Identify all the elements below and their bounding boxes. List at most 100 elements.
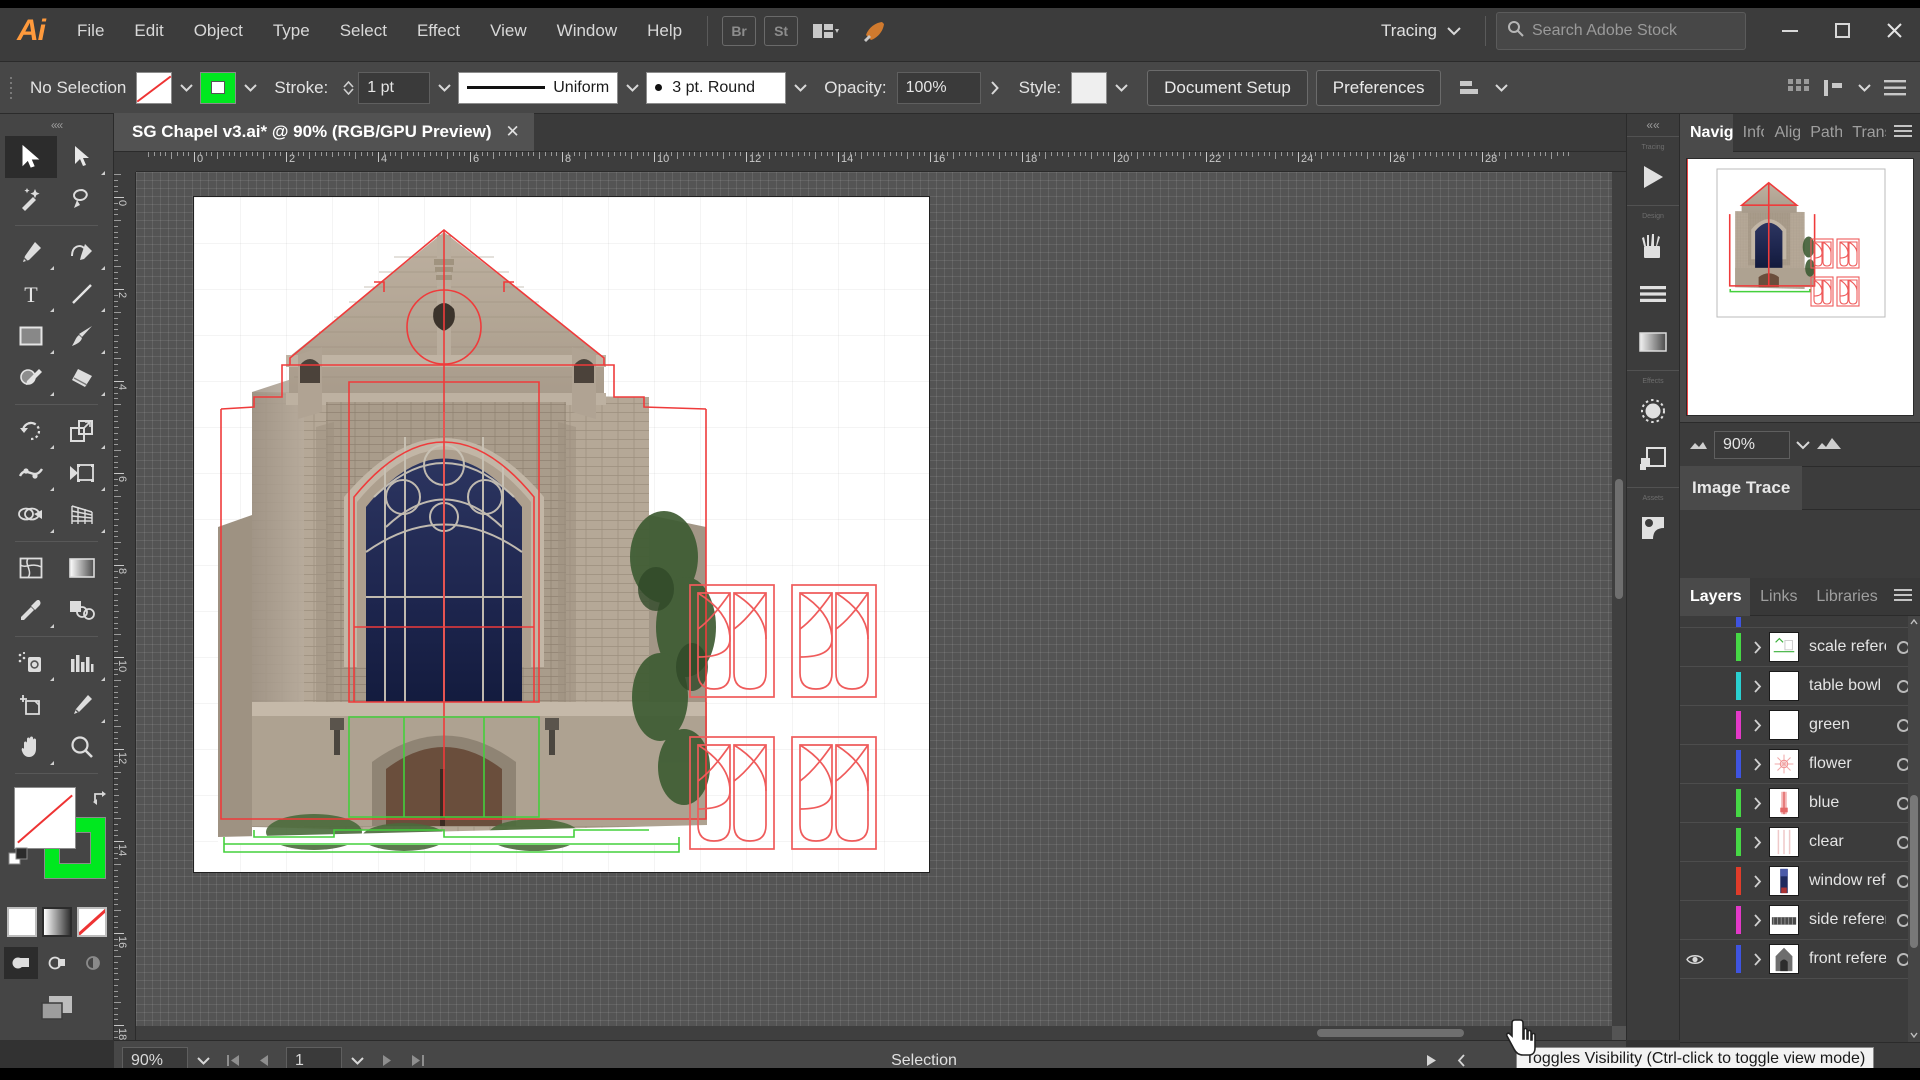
stroke-lines-icon[interactable]	[1627, 270, 1679, 318]
layer-row[interactable]: side reference	[1680, 901, 1920, 940]
stroke-weight-chevron-icon[interactable]	[430, 72, 458, 104]
expand-layer-icon[interactable]	[1745, 913, 1769, 927]
image-trace-panel-header[interactable]: Image Trace	[1680, 466, 1920, 510]
layers-list[interactable]: scale referen... table bowl green flower blu…	[1680, 616, 1920, 1042]
artboard-tool[interactable]	[5, 684, 57, 726]
expand-layer-icon[interactable]	[1745, 952, 1769, 966]
magic-wand-tool[interactable]	[5, 178, 57, 220]
draw-behind-icon[interactable]	[40, 947, 74, 979]
vertical-ruler[interactable]: 02468101214161820	[114, 172, 136, 1040]
stroke-profile-select[interactable]: Uniform	[458, 71, 619, 104]
document-tab[interactable]: SG Chapel v3.ai* @ 90% (RGB/GPU Preview)…	[114, 113, 534, 151]
change-screen-mode-button[interactable]	[0, 995, 113, 1021]
stroke-weight-stepper[interactable]	[338, 72, 358, 104]
artboard[interactable]	[194, 197, 929, 872]
lasso-tool[interactable]	[57, 178, 109, 220]
paintbrush-tool[interactable]	[57, 315, 109, 357]
menu-edit[interactable]: Edit	[119, 0, 178, 62]
scale-tool[interactable]	[57, 410, 109, 452]
none-swatch-button[interactable]	[76, 907, 107, 937]
scroll-up-icon[interactable]	[1910, 617, 1918, 628]
layer-name[interactable]: side reference	[1809, 911, 1886, 929]
zoom-tool[interactable]	[57, 726, 109, 768]
navigator-zoom-chevron-icon[interactable]	[1796, 435, 1810, 455]
layer-row[interactable]: window refer...	[1680, 862, 1920, 901]
menu-type[interactable]: Type	[258, 0, 325, 62]
gradient-tool[interactable]	[57, 547, 109, 589]
brushes-icon[interactable]	[1627, 222, 1679, 270]
navigator-zoom-field[interactable]: 90%	[1714, 430, 1790, 459]
shape-builder-tool[interactable]	[5, 494, 57, 536]
blend-tool[interactable]	[57, 589, 109, 631]
play-icon[interactable]	[1627, 153, 1679, 201]
layer-row-partial[interactable]	[1680, 616, 1920, 628]
tab-layers[interactable]: Layers	[1680, 577, 1751, 616]
layer-name[interactable]: blue	[1809, 794, 1886, 812]
rotate-tool[interactable]	[5, 410, 57, 452]
close-button[interactable]	[1868, 0, 1920, 62]
visibility-toggle[interactable]	[1680, 953, 1710, 966]
brush-chevron-icon[interactable]	[786, 72, 814, 104]
align-chevron-icon[interactable]	[1487, 72, 1515, 104]
layer-row[interactable]: flower	[1680, 745, 1920, 784]
expand-layer-icon[interactable]	[1745, 640, 1769, 654]
opacity-field[interactable]: 100%	[896, 71, 981, 104]
menu-object[interactable]: Object	[179, 0, 258, 62]
search-adobe-stock[interactable]: Search Adobe Stock	[1496, 11, 1746, 50]
style-chevron-icon[interactable]	[1107, 72, 1135, 104]
layer-name[interactable]: window refer...	[1809, 872, 1886, 890]
layers-scroll-thumb[interactable]	[1910, 794, 1918, 949]
layers-panel-menu-icon[interactable]	[1886, 587, 1920, 607]
close-document-icon[interactable]: ✕	[506, 122, 520, 142]
layer-row[interactable]: blue	[1680, 784, 1920, 823]
menu-window[interactable]: Window	[542, 0, 632, 62]
gradient-panel-icon[interactable]	[1627, 318, 1679, 366]
minimize-button[interactable]	[1764, 0, 1816, 62]
layer-row[interactable]: front reference	[1680, 940, 1920, 979]
zoom-in-icon[interactable]	[1816, 435, 1842, 455]
stock-rocket-icon[interactable]	[854, 11, 894, 51]
symbol-sprayer-tool[interactable]	[5, 642, 57, 684]
expand-layer-icon[interactable]	[1745, 757, 1769, 771]
preferences-button[interactable]: Preferences	[1315, 69, 1442, 106]
layer-row[interactable]: scale referen...	[1680, 628, 1920, 667]
toolbox-collapse-handle[interactable]: ««	[0, 114, 113, 136]
expand-layer-icon[interactable]	[1745, 835, 1769, 849]
bridge-icon[interactable]: Br	[722, 15, 757, 46]
distribute-icon[interactable]	[1816, 71, 1850, 105]
distribute-chevron-icon[interactable]	[1850, 72, 1878, 104]
control-bar-menu-icon[interactable]	[1878, 71, 1912, 105]
direct-selection-tool[interactable]	[57, 136, 109, 178]
opacity-expand-icon[interactable]	[981, 72, 1009, 104]
fill-dropdown-chevron-icon[interactable]	[172, 72, 200, 104]
type-tool[interactable]: T	[5, 273, 57, 315]
stroke-profile-chevron-icon[interactable]	[618, 72, 646, 104]
layers-scrollbar[interactable]	[1908, 616, 1920, 1042]
color-swatch-button[interactable]	[6, 907, 37, 937]
tab-info[interactable]: Info	[1733, 114, 1765, 152]
appearance-icon[interactable]	[1627, 435, 1679, 483]
tab-navigator[interactable]: Navigator	[1680, 113, 1733, 152]
menu-view[interactable]: View	[475, 0, 542, 62]
align-icon[interactable]	[1453, 71, 1487, 105]
canvas-horizontal-scrollbar[interactable]	[136, 1026, 1612, 1040]
scroll-down-icon[interactable]	[1910, 1030, 1918, 1041]
layer-name[interactable]: clear	[1809, 833, 1886, 851]
expand-layer-icon[interactable]	[1745, 796, 1769, 810]
layer-name[interactable]: flower	[1809, 755, 1886, 773]
stock-icon[interactable]: St	[764, 15, 799, 46]
layer-row[interactable]: green	[1680, 706, 1920, 745]
navigator-view-box[interactable]	[1687, 159, 1913, 415]
rectangle-tool[interactable]	[5, 315, 57, 357]
navigator-panel-menu-icon[interactable]	[1886, 123, 1920, 143]
gradient-swatch-button[interactable]	[41, 907, 72, 937]
menu-help[interactable]: Help	[632, 0, 697, 62]
tab-transform[interactable]: Transfo	[1842, 114, 1886, 152]
transform-grid-icon[interactable]	[1782, 71, 1816, 105]
tab-align[interactable]: Align	[1764, 114, 1800, 152]
menu-effect[interactable]: Effect	[402, 0, 475, 62]
document-setup-button[interactable]: Document Setup	[1147, 69, 1308, 106]
pen-tool[interactable]	[5, 231, 57, 273]
tab-libraries[interactable]: Libraries	[1806, 578, 1886, 616]
brush-definition-select[interactable]: 3 pt. Round	[646, 71, 787, 104]
